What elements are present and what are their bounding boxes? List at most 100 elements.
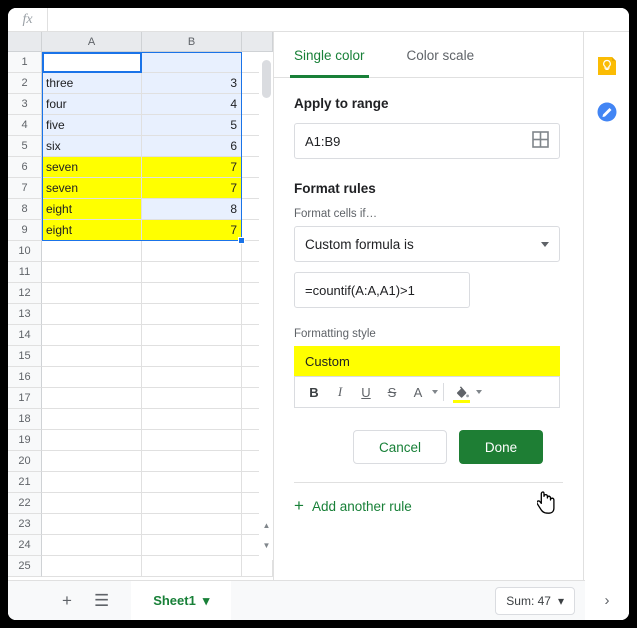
cell-b2[interactable]: 3 (142, 73, 242, 94)
cell-b19[interactable] (142, 430, 242, 451)
scroll-down-icon[interactable]: ▼ (261, 540, 272, 551)
condition-select[interactable]: Custom formula is (294, 226, 560, 262)
cell-b17[interactable] (142, 388, 242, 409)
expand-panel-button[interactable]: › (585, 580, 629, 620)
cell-b8[interactable]: 8 (142, 199, 242, 220)
row-header[interactable]: 25 (8, 556, 42, 577)
cell-a3[interactable]: four (42, 94, 142, 115)
vertical-scrollbar[interactable]: ▲ ▼ (259, 52, 273, 560)
add-sheet-icon[interactable]: + (62, 591, 72, 611)
cell-b3[interactable]: 4 (142, 94, 242, 115)
cell-b24[interactable] (142, 535, 242, 556)
cell-b22[interactable] (142, 493, 242, 514)
italic-button[interactable]: I (327, 379, 353, 405)
column-header-a[interactable]: A (42, 32, 142, 52)
cell-a18[interactable] (42, 409, 142, 430)
tab-color-scale[interactable]: Color scale (407, 32, 475, 78)
tab-single-color[interactable]: Single color (290, 32, 369, 78)
strikethrough-button[interactable]: S (379, 379, 405, 405)
formula-input[interactable] (48, 8, 629, 32)
row-header[interactable]: 19 (8, 430, 42, 451)
cell-a24[interactable] (42, 535, 142, 556)
cancel-button[interactable]: Cancel (353, 430, 447, 464)
cell-a6[interactable]: seven (42, 157, 142, 178)
underline-button[interactable]: U (353, 379, 379, 405)
row-header[interactable]: 13 (8, 304, 42, 325)
cell-b25[interactable] (142, 556, 242, 577)
row-header[interactable]: 4 (8, 115, 42, 136)
row-header[interactable]: 18 (8, 409, 42, 430)
cell-a20[interactable] (42, 451, 142, 472)
cell-a25[interactable] (42, 556, 142, 577)
select-all-corner[interactable] (8, 32, 42, 52)
spreadsheet-grid[interactable]: A B 1 2 three 3 3 four 4 4 five 5 5 six 6 6 seven 7 7 sev… (8, 32, 274, 580)
cell-a17[interactable] (42, 388, 142, 409)
cell-a11[interactable] (42, 262, 142, 283)
cell-a5[interactable]: six (42, 136, 142, 157)
cell-a13[interactable] (42, 304, 142, 325)
scroll-up-icon[interactable]: ▲ (261, 520, 272, 531)
cell-b21[interactable] (142, 472, 242, 493)
bold-button[interactable]: B (301, 379, 327, 405)
cell-b23[interactable] (142, 514, 242, 535)
custom-formula-input[interactable]: =countif(A:A,A1)>1 (294, 272, 470, 308)
cell-a2[interactable]: three (42, 73, 142, 94)
cell-a1[interactable] (42, 52, 142, 73)
cell-a9[interactable]: eight (42, 220, 142, 241)
row-header[interactable]: 22 (8, 493, 42, 514)
cell-b13[interactable] (142, 304, 242, 325)
cell-a7[interactable]: seven (42, 178, 142, 199)
fill-handle[interactable] (238, 237, 245, 244)
sheet-tab-chevron-down-icon[interactable]: ▾ (203, 593, 210, 609)
row-header[interactable]: 24 (8, 535, 42, 556)
cell-a22[interactable] (42, 493, 142, 514)
fill-color-button[interactable] (449, 379, 475, 405)
sheet-tab-sheet1[interactable]: Sheet1 ▾ (131, 580, 232, 620)
vertical-scroll-thumb[interactable] (262, 60, 271, 98)
all-sheets-icon[interactable]: ☰ (94, 591, 109, 611)
row-header[interactable]: 16 (8, 367, 42, 388)
cell-a19[interactable] (42, 430, 142, 451)
style-preview[interactable]: Custom (294, 346, 560, 376)
cell-b11[interactable] (142, 262, 242, 283)
cell-b5[interactable]: 6 (142, 136, 242, 157)
cell-a14[interactable] (42, 325, 142, 346)
cell-b4[interactable]: 5 (142, 115, 242, 136)
row-header[interactable]: 8 (8, 199, 42, 220)
row-header[interactable]: 9 (8, 220, 42, 241)
text-color-chevron-down-icon[interactable] (432, 390, 438, 394)
fill-color-chevron-down-icon[interactable] (476, 390, 482, 394)
add-another-rule-button[interactable]: + Add another rule (274, 483, 583, 529)
column-header-b[interactable]: B (142, 32, 242, 52)
cell-b6[interactable]: 7 (142, 157, 242, 178)
column-header-c[interactable] (242, 32, 273, 52)
row-header[interactable]: 10 (8, 241, 42, 262)
cell-b14[interactable] (142, 325, 242, 346)
grid-select-icon[interactable] (532, 131, 549, 151)
row-header[interactable]: 1 (8, 52, 42, 73)
cell-a12[interactable] (42, 283, 142, 304)
row-header[interactable]: 14 (8, 325, 42, 346)
row-header[interactable]: 5 (8, 136, 42, 157)
row-header[interactable]: 20 (8, 451, 42, 472)
google-keep-icon[interactable] (595, 54, 619, 78)
cell-b9[interactable]: 7 (142, 220, 242, 241)
cell-a4[interactable]: five (42, 115, 142, 136)
cell-a16[interactable] (42, 367, 142, 388)
cell-a23[interactable] (42, 514, 142, 535)
cell-b15[interactable] (142, 346, 242, 367)
row-header[interactable]: 17 (8, 388, 42, 409)
cell-b16[interactable] (142, 367, 242, 388)
cell-b10[interactable] (142, 241, 242, 262)
cell-a8[interactable]: eight (42, 199, 142, 220)
row-header[interactable]: 3 (8, 94, 42, 115)
cell-b7[interactable]: 7 (142, 178, 242, 199)
cell-b12[interactable] (142, 283, 242, 304)
cell-a10[interactable] (42, 241, 142, 262)
row-header[interactable]: 12 (8, 283, 42, 304)
text-color-button[interactable]: A (405, 379, 431, 405)
row-header[interactable]: 15 (8, 346, 42, 367)
range-input[interactable]: A1:B9 (294, 123, 560, 159)
row-header[interactable]: 2 (8, 73, 42, 94)
sum-status-badge[interactable]: Sum: 47 ▾ (495, 586, 575, 615)
